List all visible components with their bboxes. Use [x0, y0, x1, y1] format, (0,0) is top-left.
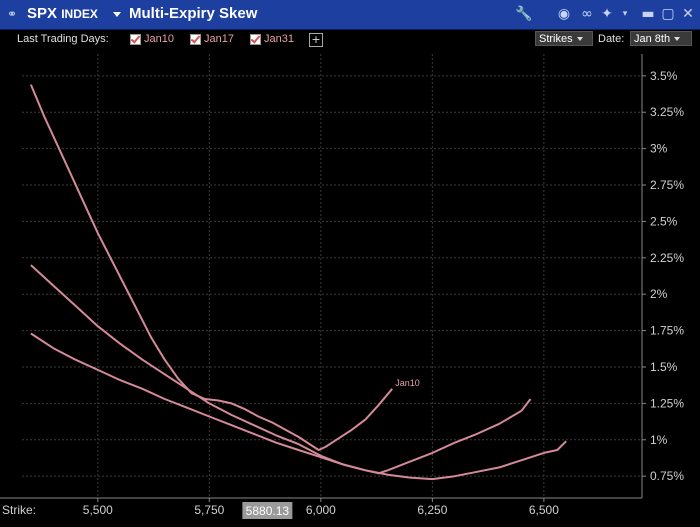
checkbox-jan17[interactable] — [190, 34, 201, 45]
last-trading-days-label: Last Trading Days: — [17, 33, 109, 45]
x-tick-label: 6,250 — [417, 503, 447, 517]
y-tick-label: 3% — [650, 142, 668, 156]
expiry-label-jan17[interactable]: Jan17 — [204, 32, 234, 46]
search-icon[interactable]: ◉ — [555, 5, 573, 23]
chain-icon[interactable]: ∞ — [578, 5, 596, 23]
expiry-label-jan31[interactable]: Jan31 — [264, 32, 294, 46]
chevron-down-icon — [674, 37, 681, 42]
ticker-selector[interactable]: SPX INDEX — [27, 5, 98, 23]
y-tick-label: 1.5% — [650, 360, 678, 374]
ticker-symbol: SPX — [27, 5, 58, 22]
pin-icon[interactable]: ✦ — [600, 5, 614, 23]
x-tick-label: 5,500 — [83, 503, 113, 517]
close-icon[interactable]: ✕ — [681, 5, 695, 23]
checkbox-jan10[interactable] — [130, 34, 141, 45]
date-dropdown-value: Jan 8th — [634, 33, 671, 45]
y-tick-label: 1% — [650, 433, 668, 447]
chart-toolbar: Last Trading Days: Jan10 Jan17 Jan31 + S… — [0, 30, 700, 49]
title-bar: ⚭ SPX INDEX Multi-Expiry Skew 🔧 ◉ ∞ ✦ ▾ … — [0, 0, 700, 30]
chevron-down-icon[interactable] — [113, 12, 121, 17]
x-tick-label: 6,000 — [306, 503, 336, 517]
wrench-icon[interactable]: 🔧 — [515, 5, 533, 23]
maximize-icon[interactable]: ▢ — [661, 5, 675, 23]
spot-price-label: 5880.13 — [246, 504, 290, 518]
minimize-icon[interactable]: ▬ — [641, 5, 655, 23]
date-label: Date: — [598, 33, 625, 45]
add-expiry-button[interactable]: + — [309, 33, 323, 47]
y-tick-label: 3.5% — [650, 69, 678, 83]
star-icon[interactable]: ▾ — [619, 5, 631, 23]
series-line-jan31 — [30, 332, 567, 481]
series-line-jan10 — [29, 84, 393, 451]
mode-dropdown-value: Strikes — [539, 33, 573, 45]
ticker-suffix: INDEX — [61, 7, 98, 21]
skew-chart[interactable]: 0.75% 1% 1.25% 1.5% 1.75% 2% 2.25% 2.5% 2.75% 3% 3… — [0, 50, 700, 527]
checkbox-jan31[interactable] — [250, 34, 261, 45]
y-tick-label: 1.75% — [650, 324, 684, 338]
mode-dropdown[interactable]: Strikes — [535, 31, 593, 46]
y-tick-label: 2.5% — [650, 214, 678, 228]
expiry-label-jan10[interactable]: Jan10 — [144, 32, 174, 46]
date-dropdown[interactable]: Jan 8th — [630, 31, 692, 46]
x-tick-label: 5,750 — [194, 503, 224, 517]
y-tick-label: 1.25% — [650, 396, 684, 410]
chevron-down-icon — [576, 37, 583, 42]
x-axis-label: Strike: — [2, 503, 36, 517]
y-tick-label: 0.75% — [650, 469, 684, 483]
series-line-jan17 — [30, 264, 532, 475]
link-icon[interactable]: ⚭ — [5, 7, 19, 21]
y-tick-label: 2.25% — [650, 251, 684, 265]
y-tick-label: 3.25% — [650, 105, 684, 119]
series-annotation-jan10: Jan10 — [395, 378, 420, 388]
x-tick-label: 6,500 — [529, 503, 559, 517]
y-tick-label: 2% — [650, 287, 668, 301]
window-title: Multi-Expiry Skew — [129, 5, 258, 22]
y-tick-label: 2.75% — [650, 178, 684, 192]
